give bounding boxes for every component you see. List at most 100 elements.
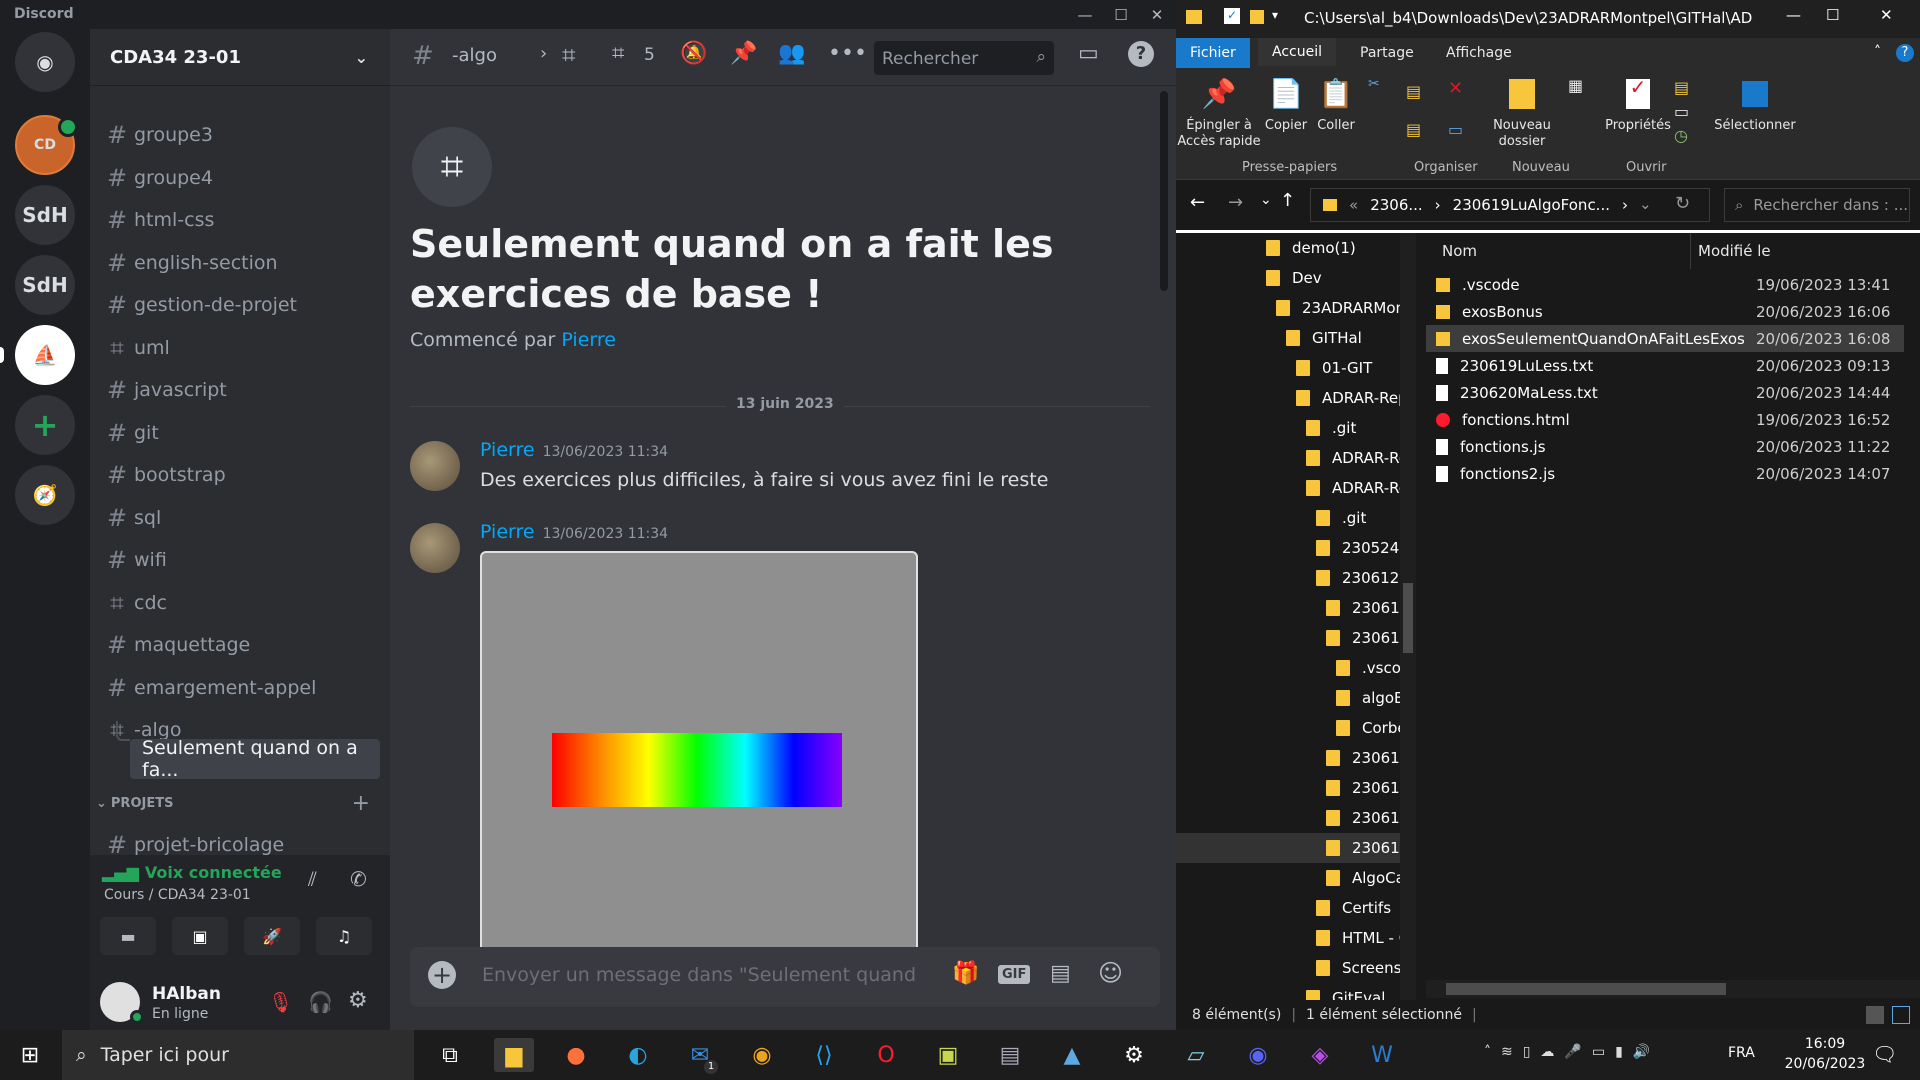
- category-projets[interactable]: ⌄ PROJETS +: [96, 791, 380, 816]
- search-input[interactable]: Rechercher ⌕: [874, 41, 1054, 75]
- breadcrumb-item[interactable]: 2306...: [1370, 196, 1422, 214]
- emoji-icon[interactable]: ☺: [1098, 959, 1123, 987]
- tree-node[interactable]: 230619: [1176, 833, 1400, 863]
- edge-icon[interactable]: ◐: [618, 1038, 658, 1072]
- maximize-button[interactable]: ☐: [1104, 0, 1138, 29]
- tree-node[interactable]: 230614: [1176, 743, 1400, 773]
- tree-node[interactable]: GITHal: [1176, 323, 1400, 353]
- close-button[interactable]: ✕: [1140, 0, 1174, 29]
- delete-icon[interactable]: ✕: [1448, 78, 1463, 99]
- file-row[interactable]: fonctions2.js 20/06/2023 14:07: [1426, 460, 1904, 487]
- channel-item[interactable]: # gestion-de-projet: [100, 285, 380, 325]
- tree-node[interactable]: GitEval: [1176, 983, 1400, 1000]
- mute-mic-icon[interactable]: 🎙: [268, 990, 293, 1014]
- message-composer[interactable]: + Envoyer un message dans "Seulement qua…: [410, 947, 1160, 1007]
- channel-item[interactable]: # groupe3: [100, 115, 380, 155]
- headphones-icon[interactable]: 🎧: [308, 990, 333, 1014]
- tree-node[interactable]: 230524M: [1176, 533, 1400, 563]
- properties-button[interactable]: ✓ Propriétés: [1598, 74, 1678, 134]
- tab-affichage[interactable]: Affichage: [1432, 38, 1526, 68]
- message-avatar[interactable]: [410, 523, 460, 573]
- new-folder-button[interactable]: Nouveau dossier: [1486, 74, 1558, 150]
- file-row[interactable]: exosSeulementQuandOnAFaitLesExosDe... 20/…: [1426, 325, 1904, 352]
- photos-icon[interactable]: ▲: [1052, 1038, 1092, 1072]
- new-folder-quick-icon[interactable]: [1250, 10, 1264, 24]
- add-channel-icon[interactable]: +: [352, 791, 370, 816]
- up-arrow-icon[interactable]: ↑: [1280, 190, 1295, 211]
- noise-suppression-icon[interactable]: ⫽: [308, 867, 317, 891]
- paste-button[interactable]: 📋 Coller: [1312, 74, 1360, 134]
- tree-scroll-thumb[interactable]: [1403, 583, 1413, 653]
- refresh-icon[interactable]: ↻: [1675, 193, 1690, 214]
- history-icon[interactable]: ◷: [1674, 126, 1688, 145]
- game-app-icon[interactable]: ◈: [1300, 1038, 1340, 1072]
- channel-item[interactable]: # html-css: [100, 200, 380, 240]
- thread-item[interactable]: Seulement quand on a fa...: [130, 737, 380, 781]
- tab-accueil[interactable]: Accueil: [1258, 38, 1336, 68]
- gift-icon[interactable]: 🎁: [952, 961, 979, 986]
- collapse-ribbon-icon[interactable]: ˄: [1874, 44, 1881, 60]
- screen-share-button[interactable]: ▣: [172, 917, 228, 955]
- copy-button[interactable]: 📄 Copier: [1262, 74, 1310, 134]
- channel-item[interactable]: ⌗ uml: [100, 328, 380, 368]
- channel-item[interactable]: # bootstrap: [100, 455, 380, 495]
- help-icon[interactable]: ?: [1128, 41, 1154, 67]
- tree-node[interactable]: HTML - C: [1176, 923, 1400, 953]
- app-window-icon[interactable]: ▤: [990, 1038, 1030, 1072]
- channel-item[interactable]: # groupe4: [100, 158, 380, 198]
- select-button[interactable]: Sélectionner: [1712, 74, 1798, 134]
- discord-taskbar-icon[interactable]: ◉: [1238, 1038, 1278, 1072]
- clock[interactable]: 16:09 20/06/2023: [1782, 1034, 1868, 1074]
- column-divider[interactable]: [1690, 233, 1691, 269]
- file-row[interactable]: .vscode 19/06/2023 13:41: [1426, 271, 1904, 298]
- tree-node[interactable]: .vscoc: [1176, 653, 1400, 683]
- details-view-icon[interactable]: [1866, 1006, 1884, 1024]
- file-row[interactable]: fonctions.js 20/06/2023 11:22: [1426, 433, 1904, 460]
- task-view-icon[interactable]: ⧉: [430, 1038, 470, 1072]
- tree-node[interactable]: ADRAR-Re: [1176, 473, 1400, 503]
- back-arrow-icon[interactable]: ←: [1190, 192, 1205, 213]
- tree-node[interactable]: .git: [1176, 503, 1400, 533]
- tree-node[interactable]: algoB: [1176, 683, 1400, 713]
- discord-home-button[interactable]: ◉: [15, 32, 75, 92]
- forward-arrow-icon[interactable]: →: [1228, 192, 1243, 213]
- address-bar[interactable]: « 2306... › 230619LuAlgoFonc... › ⌄ ↻: [1310, 188, 1710, 222]
- guild-header[interactable]: CDA34 23-01 ⌄: [90, 29, 390, 86]
- tree-node[interactable]: Dev: [1176, 263, 1400, 293]
- channel-item[interactable]: # wifi: [100, 540, 380, 580]
- tree-scrollbar[interactable]: [1400, 233, 1416, 1000]
- column-name-header[interactable]: Nom: [1442, 233, 1477, 269]
- tree-node[interactable]: ADRAR-Rep: [1176, 383, 1400, 413]
- move-to-icon[interactable]: ▤: [1406, 82, 1421, 101]
- copy-to-icon[interactable]: ▤: [1406, 120, 1421, 139]
- chat-scrollbar[interactable]: [1160, 91, 1168, 291]
- tree-node[interactable]: Screensh: [1176, 953, 1400, 983]
- column-modified-header[interactable]: Modifié le: [1698, 233, 1771, 269]
- message-image-attachment[interactable]: [480, 551, 918, 983]
- tree-node[interactable]: 230615: [1176, 803, 1400, 833]
- file-row[interactable]: 230620MaLess.txt 20/06/2023 14:44: [1426, 379, 1904, 406]
- file-row[interactable]: 230619LuLess.txt 20/06/2023 09:13: [1426, 352, 1904, 379]
- sticker-icon[interactable]: ▤: [1050, 961, 1071, 986]
- username[interactable]: HAlban: [152, 984, 221, 1004]
- horizontal-scrollbar[interactable]: [1426, 980, 1920, 998]
- camera-button[interactable]: ▬: [100, 917, 156, 955]
- file-row[interactable]: exosBonus 20/06/2023 16:06: [1426, 298, 1904, 325]
- maximize-button[interactable]: ☐: [1826, 6, 1839, 24]
- tab-fichier[interactable]: Fichier: [1176, 38, 1250, 68]
- firefox-icon[interactable]: ●: [556, 1038, 596, 1072]
- pin-icon[interactable]: 📌: [730, 41, 757, 66]
- notification-mute-icon[interactable]: 🔕: [680, 41, 707, 66]
- rename-icon[interactable]: ▭: [1448, 120, 1463, 139]
- soundboard-button[interactable]: ♫: [316, 917, 372, 955]
- explorer-search-input[interactable]: ⌕ Rechercher dans : ...: [1724, 188, 1910, 222]
- header-channel[interactable]: -algo: [452, 45, 497, 66]
- file-row[interactable]: fonctions.html 19/06/2023 16:52: [1426, 406, 1904, 433]
- tree-node[interactable]: 23ADRARMon: [1176, 293, 1400, 323]
- disconnect-icon[interactable]: ✆: [350, 867, 367, 891]
- gif-button[interactable]: GIF: [998, 965, 1031, 984]
- tree-node[interactable]: 230612: [1176, 593, 1400, 623]
- channel-item[interactable]: # javascript: [100, 370, 380, 410]
- help-icon[interactable]: ?: [1896, 44, 1914, 62]
- tree-node[interactable]: 01-GIT: [1176, 353, 1400, 383]
